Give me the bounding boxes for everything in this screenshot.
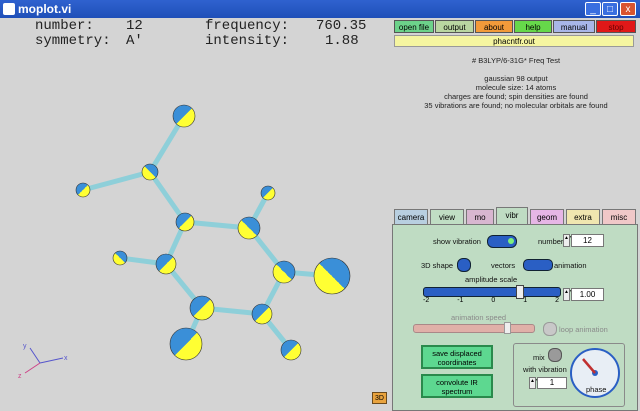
amplitude-stepper[interactable]: ▲▼ [563,288,574,301]
tab-bar: camera view mo vibr geom extra misc [392,196,638,224]
save-displaced-coordinates-button[interactable]: save displaced coordinates [421,345,493,369]
vectors-animation-switch[interactable] [523,259,553,271]
stop-button[interactable]: stop [596,20,636,33]
phase-label: phase [586,385,607,394]
maximize-button[interactable]: □ [602,2,618,16]
method-line: # B3LYP/6-31G* Freq Test [471,56,561,65]
3d-toggle-button[interactable]: 3D [372,392,387,404]
tab-misc[interactable]: misc [602,209,636,224]
amplitude-slider[interactable] [423,285,561,299]
svg-text:z: z [18,373,22,380]
minimize-button[interactable]: _ [585,2,601,16]
vectors-label: vectors [491,261,516,270]
tab-mo[interactable]: mo [466,209,494,224]
close-button[interactable]: x [620,2,636,16]
mix-stepper[interactable]: ▲▼ [529,377,540,389]
control-panel: open file output about help manual stop … [392,18,640,411]
loop-animation-toggle[interactable] [543,322,557,336]
tick-label: -1 [457,297,464,304]
output-button[interactable]: output [435,20,474,33]
charges-line: charges are found; spin densities are fo… [444,92,588,101]
tab-extra[interactable]: extra [566,209,600,224]
animation-speed-slider[interactable] [413,322,535,334]
vibration-panel: show vibration number ▲▼ 12 3D shape vec… [392,224,638,411]
3d-shape-toggle[interactable] [457,258,471,272]
atoms[interactable] [75,104,351,361]
svg-text:y: y [23,343,27,350]
animation-speed-label: animation speed [451,313,507,322]
mix-toggle[interactable] [548,348,562,362]
title-bar: moplot.vi _ □ x [0,0,640,18]
animation-label: animation [554,261,587,270]
number-label: number [538,237,564,246]
tab-geom[interactable]: geom [530,209,564,224]
file-name-field: phacntfr.out [394,35,634,47]
help-button[interactable]: help [514,20,552,33]
convolute-ir-spectrum-button[interactable]: convolute IR spectrum [421,374,493,398]
tab-view[interactable]: view [430,209,464,224]
molecule-size-line: molecule size: 14 atoms [475,83,557,92]
amplitude-scale-label: amplitude scale [465,275,518,284]
open-file-button[interactable]: open file [394,20,434,33]
window-title: moplot.vi [18,2,72,16]
molecule-viewer[interactable]: number: 12 symmetry: A' frequency: 760.3… [0,18,392,411]
loop-animation-label: loop animation [559,325,608,334]
3d-shape-label: 3D shape [421,261,454,270]
mix-input[interactable]: 1 [537,377,567,389]
amplitude-input[interactable]: 1.00 [571,288,604,301]
number-input[interactable]: 12 [571,234,604,247]
manual-button[interactable]: manual [553,20,595,33]
amplitude-ticks: -2 -1 0 1 2 [423,297,559,307]
svg-text:x: x [64,355,68,362]
tick-label: 2 [555,297,559,304]
program-line: gaussian 98 output [484,74,548,83]
vibrations-line: 35 vibrations are found; no molecular or… [424,101,608,110]
app-icon [3,3,15,15]
show-vibration-label: show vibration [433,237,481,246]
tick-label: 1 [523,297,528,304]
number-stepper[interactable]: ▲▼ [563,234,574,247]
animation-speed-thumb[interactable] [504,322,511,334]
mix-label: mix [533,353,545,362]
tab-vibr[interactable]: vibr [496,207,528,224]
molecule-3d-view[interactable]: x y z [0,18,392,411]
about-button[interactable]: about [475,20,513,33]
show-vibration-toggle[interactable] [487,235,517,248]
tab-camera[interactable]: camera [394,209,428,224]
tick-label: -2 [423,297,430,304]
with-vibration-label: with vibration [523,365,567,374]
tick-label: 0 [491,297,496,304]
axes-icon: x y z [18,343,68,380]
